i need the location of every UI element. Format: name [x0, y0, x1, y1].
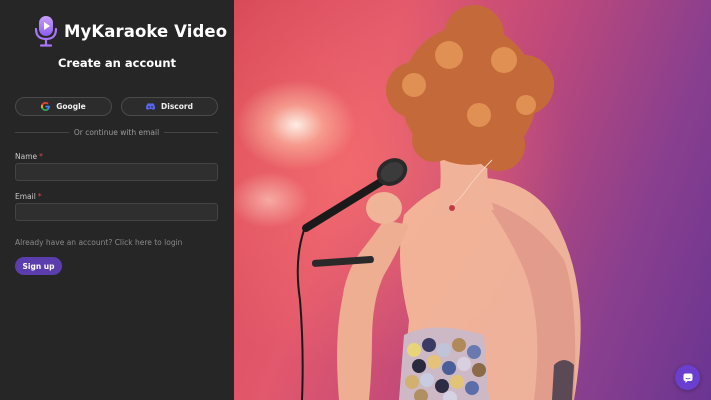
signup-panel: MyKaraoke Video Create an account Google…: [0, 0, 234, 400]
sign-up-button[interactable]: Sign up: [15, 257, 62, 275]
divider-line: [15, 132, 69, 133]
name-label-text: Name: [15, 152, 38, 161]
required-mark: *: [39, 152, 43, 161]
discord-signin-button[interactable]: Discord: [121, 97, 218, 116]
email-field[interactable]: [15, 203, 218, 221]
login-link[interactable]: Already have an account? Click here to l…: [15, 238, 182, 247]
page-title: Create an account: [57, 56, 177, 70]
required-mark: *: [37, 192, 42, 201]
google-icon: [41, 102, 51, 111]
singer-photo: [296, 5, 581, 400]
google-signin-label: Google: [56, 102, 86, 111]
google-signin-button[interactable]: Google: [15, 97, 112, 116]
name-label: Name *: [15, 152, 43, 161]
chat-icon: [683, 373, 692, 383]
divider-text: Or continue with email: [73, 128, 160, 137]
divider-line: [164, 132, 219, 133]
name-field[interactable]: [15, 163, 218, 181]
hero-image: [234, 0, 711, 400]
discord-icon: [146, 103, 156, 110]
email-label: Email *: [15, 192, 42, 201]
microphone-play-icon: [34, 16, 58, 47]
chat-button[interactable]: [675, 365, 700, 390]
brand-name: MyKaraoke Video: [64, 21, 228, 41]
brand[interactable]: MyKaraoke Video: [34, 15, 227, 47]
email-label-text: Email: [15, 192, 36, 201]
email-divider: Or continue with email: [15, 127, 219, 138]
discord-signin-label: Discord: [161, 102, 193, 111]
